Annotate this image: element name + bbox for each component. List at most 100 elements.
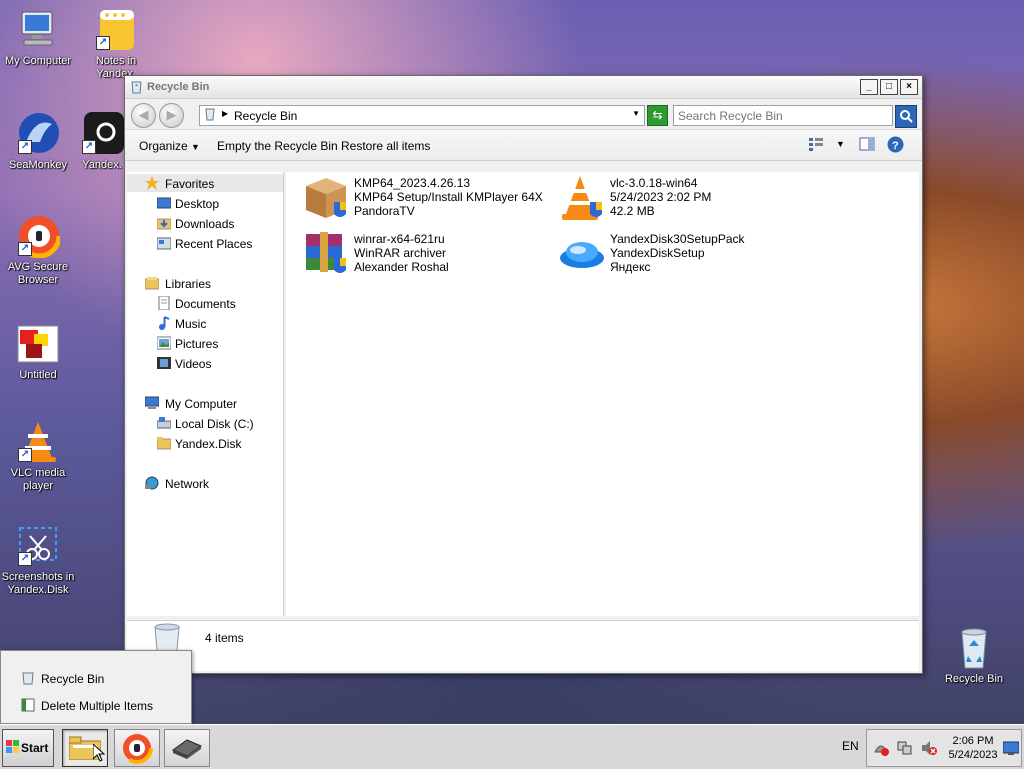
chevron-down-icon: ▼ (191, 142, 200, 152)
window-icon (21, 698, 35, 712)
file-name: YandexDisk30SetupPack (610, 232, 745, 246)
installer-box-icon (302, 174, 350, 222)
desktop-icon-seamonkey[interactable]: ↗ SeaMonkey (0, 112, 76, 172)
address-path[interactable]: Recycle Bin (234, 109, 297, 123)
sidebar-item-label: Music (175, 317, 207, 331)
address-dropdown-icon[interactable]: ▼ (632, 109, 640, 118)
vlc-cone-icon (558, 174, 606, 222)
status-bar: 4 items (127, 620, 919, 671)
address-box[interactable]: ▶ Recycle Bin ▼ (199, 105, 645, 126)
file-item-winrar[interactable]: winrar-x64-621ru WinRAR archiver Alexand… (302, 230, 542, 280)
file-item-vlc[interactable]: vlc-3.0.18-win64 5/24/2023 2:02 PM 42.2 … (558, 174, 798, 224)
taskbar-hardware-button[interactable] (164, 729, 210, 767)
maximize-button[interactable]: □ (880, 79, 898, 95)
network-status-icon[interactable] (897, 740, 913, 759)
file-name: KMP64_2023.4.26.13 (354, 176, 471, 190)
organize-button[interactable]: Organize ▼ (139, 139, 200, 153)
start-label: Start (21, 741, 49, 755)
desktop-icon-vlc[interactable]: ↗ VLC media player (0, 420, 76, 493)
empty-recycle-bin-button[interactable]: Empty the Recycle Bin (217, 139, 338, 153)
desktop-icon-label: Screenshots in Yandex.Disk (1, 571, 75, 596)
sidebar-item-label: Videos (175, 357, 212, 371)
show-desktop-icon[interactable] (1002, 740, 1020, 759)
sidebar-item-label: Documents (175, 297, 236, 311)
desktop-icon-screenshots[interactable]: ↗ Screenshots in Yandex.Disk (0, 524, 76, 597)
mouse-cursor-icon (92, 742, 106, 765)
recycle-bin-icon (204, 108, 216, 121)
file-name: vlc-3.0.18-win64 (610, 176, 698, 190)
clock[interactable]: 2:06 PM 5/24/2023 (947, 734, 999, 762)
close-button[interactable]: × (900, 79, 918, 95)
shortcut-arrow-icon: ↗ (18, 448, 32, 462)
sidebar-item-desktop[interactable]: Desktop (127, 194, 283, 212)
jump-list-label: Recycle Bin (41, 672, 105, 686)
search-icon[interactable] (895, 105, 917, 128)
sidebar-item-documents[interactable]: Documents (127, 294, 283, 312)
recycle-bin-window: Recycle Bin _ □ × ◀ ▶ ▶ Recycle Bin ▼ ⇆ … (124, 75, 923, 674)
desktop-icon-untitled[interactable]: Untitled (0, 322, 76, 382)
sidebar-item-label: Pictures (175, 337, 219, 351)
window-titlebar[interactable]: Recycle Bin _ □ × (125, 76, 922, 99)
window-title: Recycle Bin (147, 81, 210, 93)
sidebar-item-yandex-disk[interactable]: Yandex.Disk (127, 434, 283, 452)
shortcut-arrow-icon: ↗ (18, 552, 32, 566)
view-dropdown-icon[interactable]: ▼ (836, 139, 845, 149)
taskbar-avg-browser-button[interactable] (114, 729, 160, 767)
view-options-icon[interactable] (808, 137, 824, 154)
organize-label: Organize (139, 139, 188, 153)
language-indicator[interactable]: EN (842, 739, 859, 753)
computer-icon (16, 8, 60, 52)
search-input[interactable] (674, 106, 887, 125)
recycle-bin-icon (952, 626, 996, 670)
security-alert-icon[interactable] (873, 740, 889, 759)
sidebar-item-pictures[interactable]: Pictures (127, 334, 283, 352)
file-list: KMP64_2023.4.26.13 KMP64 Setup/Install K… (286, 172, 919, 616)
sidebar-item-my-computer[interactable]: My Computer (127, 394, 283, 412)
sidebar-item-label: Local Disk (C:) (175, 417, 254, 431)
desktop-icon-label: VLC media player (10, 467, 66, 492)
shortcut-arrow-icon: ↗ (18, 140, 32, 154)
vlc-cone-icon: ↗ (16, 420, 60, 464)
back-button[interactable]: ◀ (131, 103, 156, 128)
shortcut-arrow-icon: ↗ (82, 140, 96, 154)
desktop-icon-label: AVG Secure Browser (7, 261, 69, 286)
minimize-button[interactable]: _ (860, 79, 878, 95)
desktop-icon-avg-browser[interactable]: ↗ AVG Secure Browser (0, 213, 76, 287)
file-name: winrar-x64-621ru (354, 232, 445, 246)
sidebar-item-recent-places[interactable]: Recent Places (127, 234, 283, 252)
yandex-icon: ↗ (80, 112, 124, 156)
desktop-icon-label: SeaMonkey (8, 159, 68, 171)
sidebar-item-local-disk[interactable]: Local Disk (C:) (127, 414, 283, 432)
desktop-icon-recycle-bin[interactable]: Recycle Bin (936, 626, 1012, 686)
taskbar-explorer-button[interactable] (62, 729, 108, 767)
file-item-yandexdisk[interactable]: YandexDisk30SetupPack YandexDiskSetup Ян… (558, 230, 798, 280)
file-item-kmp64[interactable]: KMP64_2023.4.26.13 KMP64 Setup/Install K… (302, 174, 543, 224)
sidebar-item-libraries[interactable]: Libraries (127, 274, 283, 292)
desktop-icon-yandex[interactable]: ↗ Yandex. (78, 112, 126, 172)
sidebar-item-music[interactable]: Music (127, 314, 283, 332)
screenshot-scissors-icon: ↗ (16, 524, 60, 568)
downloads-folder-icon (156, 216, 172, 230)
sidebar-item-videos[interactable]: Videos (127, 354, 283, 372)
search-box[interactable] (673, 105, 893, 126)
breadcrumb-arrow-icon[interactable]: ▶ (222, 109, 228, 118)
sidebar-item-label: Yandex.Disk (175, 437, 242, 451)
start-button[interactable]: Start (2, 729, 54, 767)
help-icon[interactable]: ? (887, 136, 904, 156)
desktop-icon-my-computer[interactable]: My Computer (0, 8, 76, 68)
sidebar-item-favorites[interactable]: Favorites (127, 174, 283, 192)
refresh-button[interactable]: ⇆ (647, 105, 668, 126)
hard-disk-icon (156, 416, 172, 430)
sidebar-item-downloads[interactable]: Downloads (127, 214, 283, 232)
taskbar-jump-list: Recycle Bin Delete Multiple Items (0, 650, 192, 724)
desktop-icon-notes-yandex[interactable]: ↗ Notes in Yandex. (78, 8, 154, 81)
volume-muted-icon[interactable] (921, 740, 937, 759)
preview-pane-icon[interactable] (859, 137, 875, 154)
restore-all-button[interactable]: Restore all items (341, 139, 430, 153)
desktop-icon-label: My Computer (4, 55, 72, 67)
sidebar-item-network[interactable]: Network (127, 474, 283, 492)
file-company: PandoraTV (354, 204, 415, 218)
forward-button[interactable]: ▶ (159, 103, 184, 128)
music-note-icon (157, 316, 171, 330)
file-description: KMP64 Setup/Install KMPlayer 64X (354, 190, 543, 204)
